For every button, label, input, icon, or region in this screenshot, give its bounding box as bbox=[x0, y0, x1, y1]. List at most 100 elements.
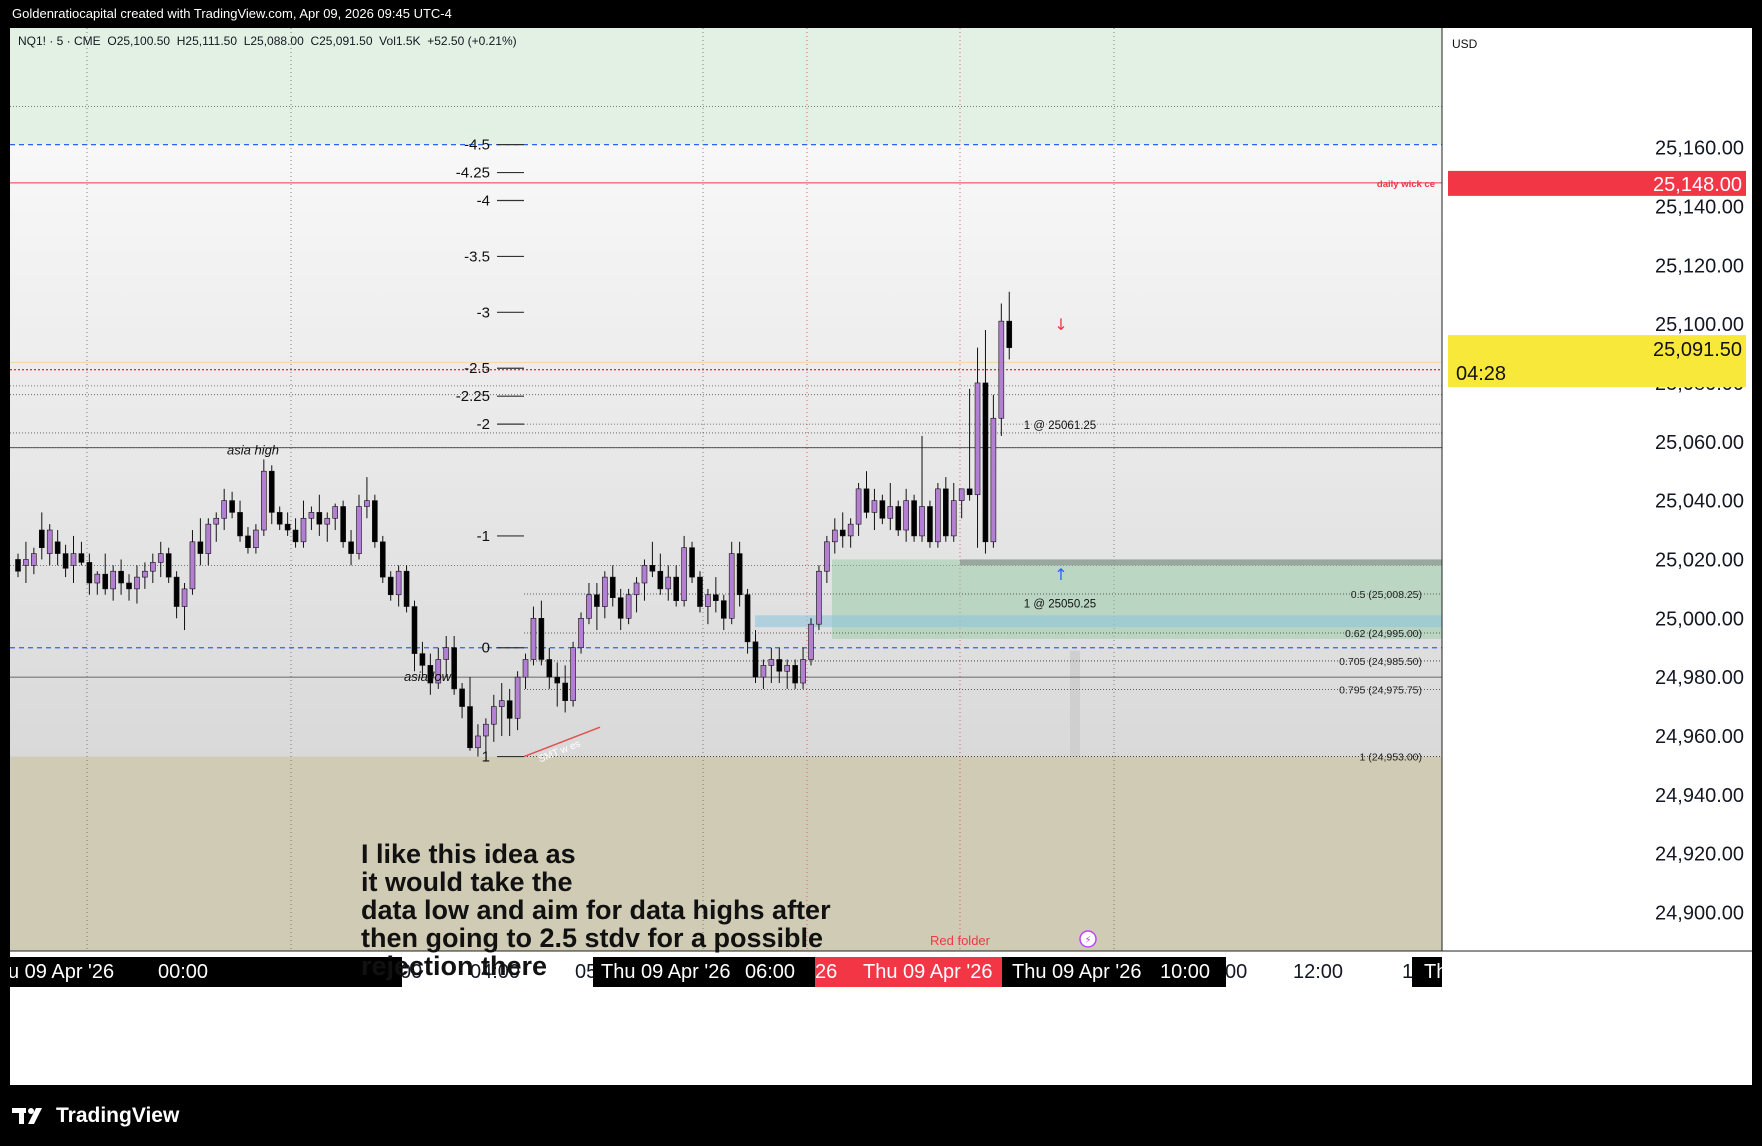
candle-body-109 bbox=[879, 500, 886, 519]
analysis-note: I like this idea as it would take the da… bbox=[361, 839, 831, 981]
candle-body-68 bbox=[554, 676, 561, 684]
chart-header: Goldenratiocapital created with TradingV… bbox=[0, 0, 1762, 28]
candle-body-69 bbox=[562, 682, 568, 701]
candle-body-15 bbox=[134, 576, 140, 590]
currency-label: USD bbox=[1452, 37, 1478, 51]
symbol-label[interactable]: NQ1! · 5 · CME bbox=[18, 34, 101, 48]
candle-body-67 bbox=[546, 659, 553, 678]
high-value: H25,111.50 bbox=[176, 34, 238, 48]
candle-body-34 bbox=[284, 523, 291, 531]
candle-body-3 bbox=[38, 529, 45, 548]
candle-body-114 bbox=[919, 506, 925, 537]
fib-label-1: 0.62 (24,995.00) bbox=[1345, 628, 1422, 640]
candle-body-76 bbox=[617, 597, 624, 619]
candle-body-46 bbox=[379, 541, 386, 578]
candle-body-121 bbox=[974, 382, 981, 496]
candle-body-116 bbox=[935, 488, 941, 543]
candle-body-90 bbox=[728, 553, 735, 619]
candle-body-96 bbox=[776, 659, 783, 672]
y-tick-4: 24,980.00 bbox=[1655, 667, 1744, 689]
candle-body-8 bbox=[78, 553, 85, 563]
volume-value: Vol1.5K bbox=[379, 34, 421, 48]
asia-high-label: asia high bbox=[227, 443, 279, 458]
candle-body-57 bbox=[467, 706, 473, 749]
blue-ob-box bbox=[755, 615, 1442, 628]
candle-body-45 bbox=[372, 500, 378, 543]
stdv-label-4: -3 bbox=[477, 304, 490, 321]
stdv-label-9: 0 bbox=[482, 640, 490, 657]
flash-glyph-icon: ⚡ bbox=[1084, 935, 1091, 946]
candle-body-73 bbox=[594, 594, 600, 607]
time-badge-text-0-1: 00:00 bbox=[158, 961, 208, 983]
candle-body-119 bbox=[958, 488, 965, 501]
order-box bbox=[960, 559, 1442, 566]
candle-body-70 bbox=[570, 647, 576, 701]
candle-body-125 bbox=[1006, 320, 1013, 348]
footer bbox=[0, 1085, 1762, 1146]
candle-body-24 bbox=[205, 523, 212, 554]
change-value: +52.50 (+0.21%) bbox=[427, 34, 517, 48]
candle-body-30 bbox=[253, 529, 259, 548]
y-tick-1: 24,920.00 bbox=[1655, 844, 1744, 866]
candle-body-25 bbox=[213, 517, 220, 525]
buy-order-label: 1 @ 25050.25 bbox=[1024, 599, 1096, 611]
candle-body-21 bbox=[181, 588, 188, 607]
candle-body-117 bbox=[943, 488, 949, 537]
candle-body-124 bbox=[998, 320, 1005, 419]
candle-body-40 bbox=[332, 506, 339, 519]
candle-body-50 bbox=[411, 606, 418, 654]
stdv-label-7: -2 bbox=[477, 416, 490, 433]
candle-body-42 bbox=[348, 541, 354, 554]
candle-body-62 bbox=[506, 700, 513, 719]
candle-body-99 bbox=[800, 659, 806, 684]
candle-body-37 bbox=[308, 512, 315, 519]
open-value: O25,100.50 bbox=[107, 34, 171, 48]
tradingview-logo[interactable]: TradingView bbox=[12, 1103, 179, 1129]
candle-countdown-text: 04:28 bbox=[1456, 363, 1506, 385]
time-badge-text-2-1: Thu 09 Apr '26 bbox=[863, 961, 992, 983]
projection-box bbox=[1070, 650, 1080, 757]
range-zone bbox=[10, 144, 1442, 757]
stdv-label-0: -4.5 bbox=[464, 137, 490, 154]
candle-body-55 bbox=[451, 647, 457, 690]
candle-body-87 bbox=[705, 594, 711, 607]
candle-body-16 bbox=[142, 570, 148, 578]
candle-body-9 bbox=[86, 562, 93, 584]
chart-svg[interactable]: -4.5-4.25-4-3.5-3-2.5-2.25-2-1010.5 (25,… bbox=[10, 28, 1752, 1085]
time-badge-text-4-0: Th bbox=[1424, 961, 1447, 983]
candle-body-51 bbox=[419, 653, 426, 666]
candle-body-106 bbox=[855, 488, 862, 525]
candle-body-123 bbox=[990, 417, 997, 543]
candle-body-20 bbox=[173, 576, 180, 607]
candle-body-56 bbox=[459, 688, 465, 707]
time-badge-text-3-1: 10:00 bbox=[1160, 961, 1210, 983]
candle-body-64 bbox=[522, 659, 529, 678]
chart-frame[interactable]: -4.5 -4.25 -4 -3.5 -3 -2.5 -2.25 -2 -1 0 1 0.5 (25,… bbox=[10, 28, 1752, 1085]
red-folder-label: Red folder bbox=[930, 933, 991, 948]
candle-body-32 bbox=[268, 470, 275, 513]
candle-body-84 bbox=[681, 547, 687, 601]
candle-body-103 bbox=[831, 529, 838, 543]
candle-body-72 bbox=[586, 594, 592, 619]
candle-body-12 bbox=[110, 570, 116, 590]
fib-label-0: 0.5 (25,008.25) bbox=[1351, 589, 1422, 601]
candle-body-13 bbox=[118, 570, 124, 584]
candle-body-122 bbox=[982, 382, 989, 543]
candle-body-111 bbox=[895, 506, 902, 531]
y-tick-7: 25,040.00 bbox=[1655, 491, 1744, 513]
candle-body-89 bbox=[720, 600, 727, 619]
ohlc-legend: NQ1! · 5 · CME O25,100.50 H25,111.50 L25… bbox=[18, 34, 517, 48]
wick-price-text: 25,148.00 bbox=[1653, 174, 1742, 196]
candle-body-80 bbox=[649, 565, 656, 572]
buy-arrow-icon: ↑ bbox=[1054, 565, 1067, 584]
stdv-label-1: -4.25 bbox=[456, 165, 490, 182]
y-tick-3: 24,960.00 bbox=[1655, 726, 1744, 748]
candle-body-113 bbox=[911, 500, 917, 537]
candle-body-59 bbox=[483, 723, 489, 737]
tradingview-wordmark: TradingView bbox=[56, 1104, 180, 1127]
candle-body-22 bbox=[189, 541, 196, 590]
candle-body-17 bbox=[150, 562, 156, 572]
candle-body-43 bbox=[356, 506, 362, 554]
candle-body-65 bbox=[530, 617, 537, 660]
candle-body-71 bbox=[578, 617, 584, 649]
